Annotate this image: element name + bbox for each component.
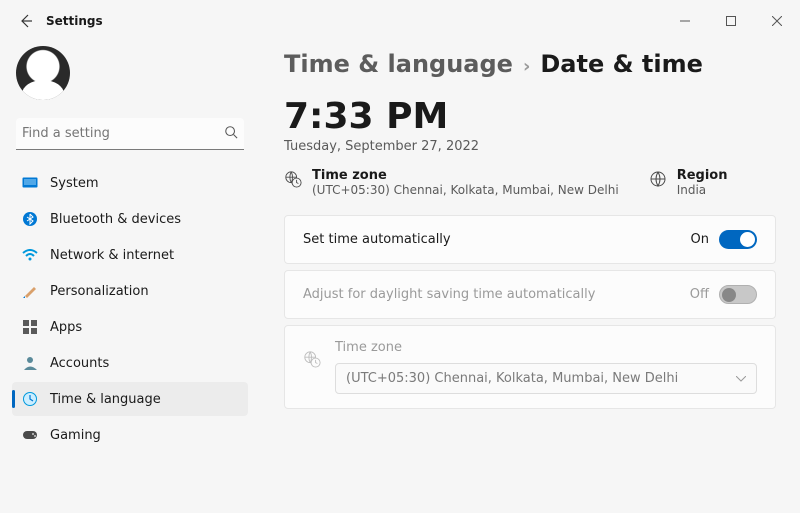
dst-auto-state: Off bbox=[690, 287, 709, 302]
titlebar: Settings bbox=[0, 0, 800, 42]
close-icon bbox=[772, 16, 782, 26]
region-info: Region India bbox=[649, 168, 728, 197]
breadcrumb-parent[interactable]: Time & language bbox=[284, 50, 513, 78]
back-button[interactable] bbox=[12, 7, 40, 35]
sidebar-item-bluetooth[interactable]: Bluetooth & devices bbox=[12, 202, 248, 236]
dst-auto-label: Adjust for daylight saving time automati… bbox=[303, 287, 595, 302]
window-controls bbox=[662, 5, 800, 37]
avatar bbox=[16, 46, 70, 100]
globe-icon bbox=[649, 170, 667, 197]
region-label: Region bbox=[677, 168, 728, 183]
breadcrumb: Time & language › Date & time bbox=[284, 50, 776, 78]
current-date: Tuesday, September 27, 2022 bbox=[284, 139, 776, 154]
sidebar-item-accounts[interactable]: Accounts bbox=[12, 346, 248, 380]
set-time-auto-toggle[interactable] bbox=[719, 230, 757, 249]
sidebar-item-label: System bbox=[50, 176, 98, 191]
minimize-icon bbox=[680, 16, 690, 26]
sidebar-item-label: Network & internet bbox=[50, 248, 174, 263]
account-header[interactable] bbox=[12, 42, 248, 118]
breadcrumb-current: Date & time bbox=[540, 50, 703, 78]
globe-clock-icon bbox=[284, 170, 302, 197]
chevron-right-icon: › bbox=[523, 56, 530, 77]
timezone-card-label: Time zone bbox=[335, 340, 757, 355]
set-time-auto-label: Set time automatically bbox=[303, 232, 451, 247]
dst-auto-card: Adjust for daylight saving time automati… bbox=[284, 270, 776, 319]
minimize-button[interactable] bbox=[662, 5, 708, 37]
sidebar-item-personalization[interactable]: Personalization bbox=[12, 274, 248, 308]
gaming-icon bbox=[22, 427, 38, 443]
sidebar-item-gaming[interactable]: Gaming bbox=[12, 418, 248, 452]
timezone-info: Time zone (UTC+05:30) Chennai, Kolkata, … bbox=[284, 168, 619, 197]
sidebar: System Bluetooth & devices Network & int… bbox=[0, 42, 260, 513]
arrow-left-icon bbox=[18, 13, 34, 29]
sidebar-item-system[interactable]: System bbox=[12, 166, 248, 200]
set-time-auto-card: Set time automatically On bbox=[284, 215, 776, 264]
timezone-value: (UTC+05:30) Chennai, Kolkata, Mumbai, Ne… bbox=[312, 183, 619, 197]
main-content: Time & language › Date & time 7:33 PM Tu… bbox=[260, 42, 800, 513]
sidebar-item-label: Time & language bbox=[50, 392, 161, 407]
apps-icon bbox=[22, 319, 38, 335]
timezone-dropdown-value: (UTC+05:30) Chennai, Kolkata, Mumbai, Ne… bbox=[346, 371, 678, 386]
set-time-auto-state: On bbox=[691, 232, 709, 247]
sidebar-item-apps[interactable]: Apps bbox=[12, 310, 248, 344]
search-input[interactable] bbox=[22, 126, 224, 141]
region-value: India bbox=[677, 183, 728, 197]
search-box[interactable] bbox=[16, 118, 244, 150]
window-title: Settings bbox=[46, 14, 103, 28]
info-row: Time zone (UTC+05:30) Chennai, Kolkata, … bbox=[284, 168, 776, 197]
maximize-button[interactable] bbox=[708, 5, 754, 37]
maximize-icon bbox=[726, 16, 736, 26]
sidebar-item-label: Gaming bbox=[50, 428, 101, 443]
timezone-label: Time zone bbox=[312, 168, 619, 183]
nav: System Bluetooth & devices Network & int… bbox=[12, 166, 248, 452]
paintbrush-icon bbox=[22, 283, 38, 299]
sidebar-item-label: Apps bbox=[50, 320, 82, 335]
dst-auto-toggle bbox=[719, 285, 757, 304]
wifi-icon bbox=[22, 247, 38, 263]
timezone-dropdown: (UTC+05:30) Chennai, Kolkata, Mumbai, Ne… bbox=[335, 363, 757, 394]
sidebar-item-label: Accounts bbox=[50, 356, 109, 371]
sidebar-item-time-language[interactable]: Time & language bbox=[12, 382, 248, 416]
current-time: 7:33 PM bbox=[284, 96, 776, 137]
accounts-icon bbox=[22, 355, 38, 371]
sidebar-item-label: Bluetooth & devices bbox=[50, 212, 181, 227]
sidebar-item-label: Personalization bbox=[50, 284, 149, 299]
globe-clock-icon bbox=[303, 350, 321, 372]
chevron-down-icon bbox=[736, 371, 746, 386]
time-language-icon bbox=[22, 391, 38, 407]
timezone-card: Time zone (UTC+05:30) Chennai, Kolkata, … bbox=[284, 325, 776, 409]
system-icon bbox=[22, 175, 38, 191]
sidebar-item-network[interactable]: Network & internet bbox=[12, 238, 248, 272]
search-icon bbox=[224, 124, 238, 143]
bluetooth-icon bbox=[22, 211, 38, 227]
close-button[interactable] bbox=[754, 5, 800, 37]
